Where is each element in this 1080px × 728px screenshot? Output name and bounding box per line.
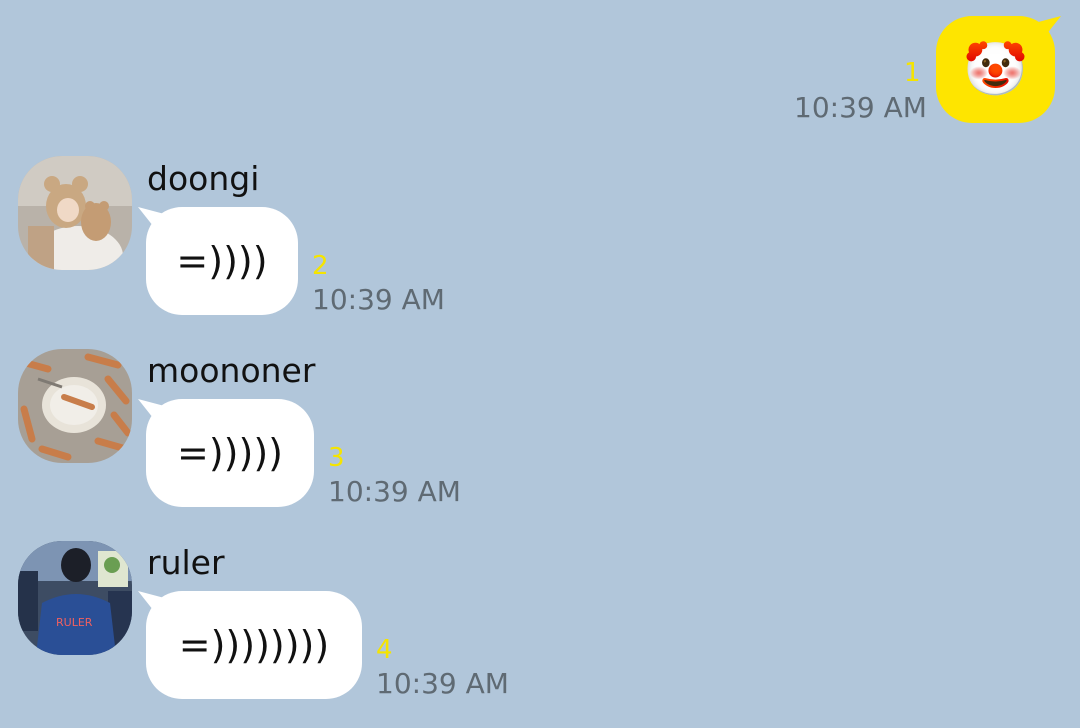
sender-name: moononer (147, 351, 316, 390)
message-bubble[interactable]: 🤡 (936, 16, 1055, 123)
svg-text:RULER: RULER (56, 616, 93, 629)
message-bubble[interactable]: =)))))))) (146, 591, 362, 699)
message-text: =)))))))) (178, 623, 330, 667)
unread-count: 2 (312, 251, 329, 281)
message-text: =))))) (177, 431, 283, 475)
message-text: =)))) (176, 239, 268, 283)
avatar[interactable]: RULER (18, 541, 132, 655)
message-time: 10:39 AM (376, 667, 509, 700)
avatar[interactable] (18, 349, 132, 463)
message-bubble[interactable]: =))))) (146, 399, 314, 507)
avatar[interactable] (18, 156, 132, 270)
sender-name: ruler (147, 543, 225, 582)
unread-count: 4 (376, 635, 393, 665)
unread-count: 1 (904, 58, 921, 88)
message-time: 10:39 AM (328, 475, 461, 508)
message-time: 10:39 AM (794, 91, 927, 124)
avatar-ruler-icon: RULER (18, 541, 132, 655)
message-time: 10:39 AM (312, 283, 445, 316)
clown-face-emoji-icon: 🤡 (963, 40, 1028, 100)
avatar-doongi-icon (18, 156, 132, 270)
message-bubble[interactable]: =)))) (146, 207, 298, 315)
unread-count: 3 (328, 443, 345, 473)
sender-name: doongi (147, 159, 260, 198)
avatar-moononer-icon (18, 349, 132, 463)
